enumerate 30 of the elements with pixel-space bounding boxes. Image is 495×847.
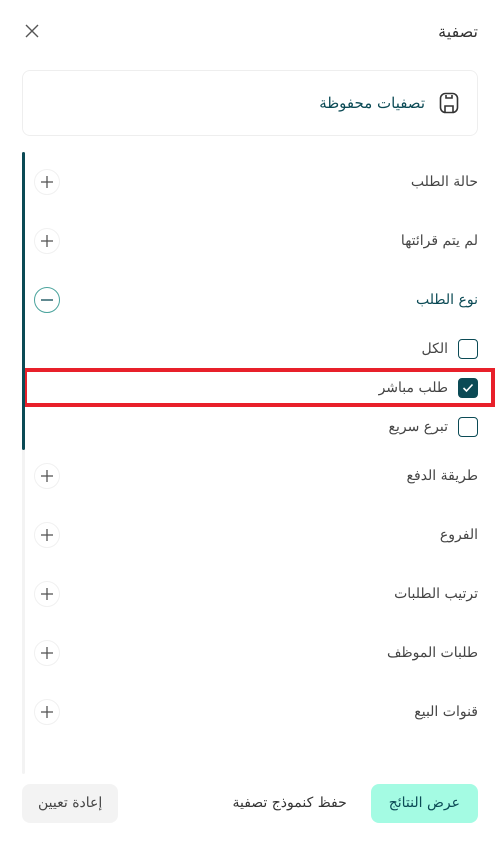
- save-as-template-button[interactable]: حفظ كنموذج تصفية: [232, 795, 347, 811]
- save-icon: [439, 92, 459, 114]
- filter-group-header[interactable]: ترتيب الطلبات: [25, 564, 478, 623]
- reset-button[interactable]: إعادة تعيين: [22, 784, 118, 822]
- option-label: طلب مباشر: [378, 380, 448, 396]
- plus-icon: [34, 228, 60, 254]
- scrollbar[interactable]: [22, 152, 25, 774]
- plus-icon: [34, 168, 60, 194]
- check-icon: [462, 382, 474, 392]
- minus-icon: [34, 286, 60, 312]
- filter-group-header[interactable]: طلبات الموظف: [25, 623, 478, 682]
- filter-group-header[interactable]: قنوات البيع: [25, 682, 478, 741]
- plus-icon: [34, 698, 60, 724]
- filter-group-header[interactable]: لم يتم قرائتها: [25, 211, 478, 270]
- saved-filters-card[interactable]: تصفيات محفوظة: [22, 70, 478, 136]
- plus-icon: [34, 462, 60, 488]
- filter-group-header[interactable]: الفروع: [25, 505, 478, 564]
- panel-title: تصفية: [438, 22, 478, 40]
- plus-icon: [34, 580, 60, 606]
- filter-group-header[interactable]: نوع الطلب: [25, 270, 478, 329]
- checkbox[interactable]: [458, 416, 478, 436]
- checkbox[interactable]: [458, 338, 478, 358]
- filter-group-header[interactable]: حالة الطلب: [25, 152, 478, 211]
- option-label: تبرع سريع: [388, 418, 448, 434]
- option-label: الكل: [422, 340, 448, 356]
- plus-icon: [34, 640, 60, 666]
- plus-icon: [34, 522, 60, 548]
- checkbox[interactable]: [458, 378, 478, 398]
- show-results-button[interactable]: عرض النتائج: [370, 784, 478, 822]
- filter-group-header[interactable]: طريقة الدفع: [25, 446, 478, 505]
